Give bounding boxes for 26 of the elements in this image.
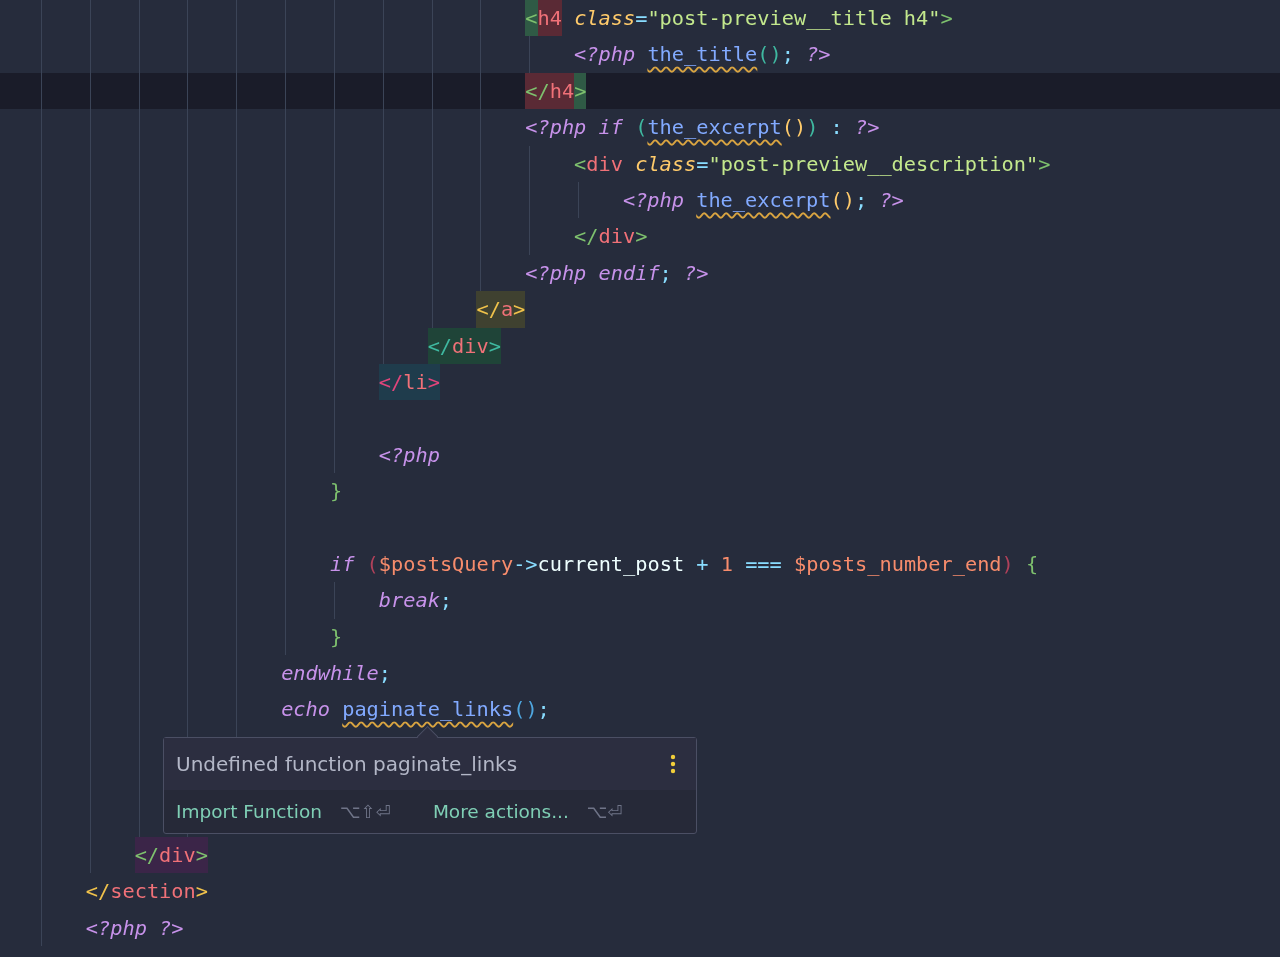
code-line: if ($postsQuery->current_post + 1 === $posts_number_end) { (0, 545, 1280, 583)
code-line: <?php if (the_excerpt()) : ?> (0, 109, 1280, 146)
error-message: Undefined function paginate_links (176, 752, 518, 776)
code-line: endwhile; (0, 655, 1280, 692)
code-line: <?php endif; ?> (0, 254, 1280, 292)
code-line: </div> (0, 327, 1280, 364)
shortcut-hint: ⌥⏎ (586, 801, 623, 822)
more-icon[interactable] (670, 754, 676, 774)
code-line: echo paginate_links(); (0, 691, 1280, 728)
code-line: </li> (0, 363, 1280, 401)
code-line: <div class="post-preview__description"> (0, 145, 1280, 182)
code-line: </a> (0, 291, 1280, 328)
code-line: } (0, 618, 1280, 656)
code-line: </div> (0, 837, 1280, 874)
shortcut-hint: ⌥⇧⏎ (339, 801, 391, 822)
action-link[interactable]: More actions... (432, 801, 569, 822)
action-link[interactable]: Import Function (176, 801, 322, 822)
code-line: } (0, 473, 1280, 510)
code-line: </section> (0, 873, 1280, 910)
code-line: <h4 class="post-preview__title h4"> (0, 0, 1280, 37)
code-line: <?php (0, 436, 1280, 474)
code-line: break; (0, 582, 1280, 619)
code-line: </div> (0, 218, 1280, 255)
code-line: <?php the_title(); ?> (0, 36, 1280, 73)
code-line: <?php ?> (0, 909, 1280, 947)
code-line: <?php the_excerpt(); ?> (0, 181, 1280, 219)
